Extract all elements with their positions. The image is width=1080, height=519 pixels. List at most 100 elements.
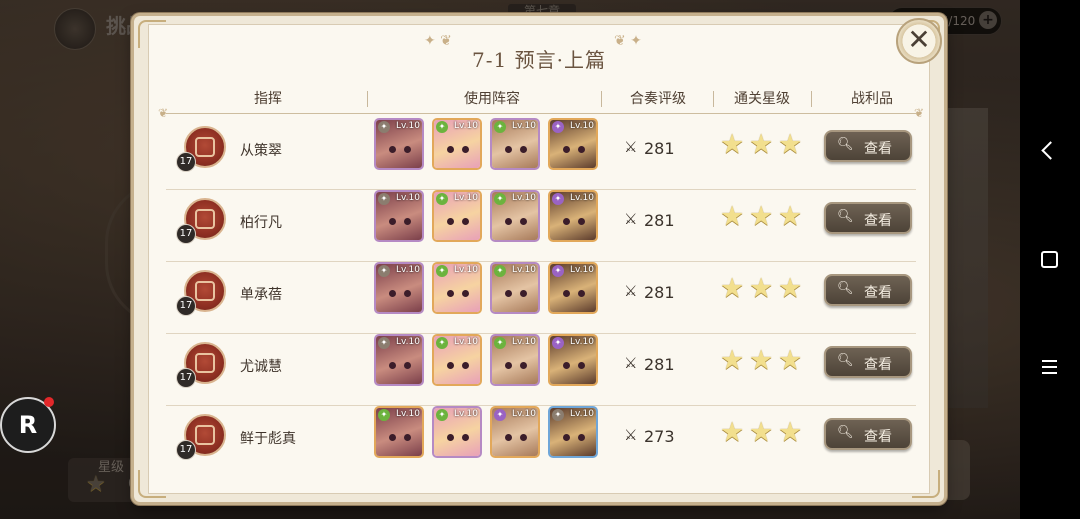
- portrait-detail: [404, 218, 411, 225]
- character-card[interactable]: ✦ Lv.10: [374, 262, 424, 314]
- portrait-detail: [520, 362, 527, 369]
- lineup: ✦ Lv.10 ✦ Lv.10 ✦ Lv.10 ✦ Lv.10: [374, 262, 606, 334]
- emblem-icon: [195, 281, 215, 301]
- view-loot-button[interactable]: 🔍︎ 查看: [824, 346, 912, 378]
- view-loot-button[interactable]: 🔍︎ 查看: [824, 418, 912, 450]
- character-level: Lv.10: [512, 337, 536, 347]
- star-icon: ★: [778, 129, 803, 160]
- character-level: Lv.10: [396, 337, 420, 347]
- character-level: Lv.10: [512, 409, 536, 419]
- character-level: Lv.10: [512, 265, 536, 275]
- ensemble-score: 273: [644, 427, 675, 446]
- character-level: Lv.10: [454, 337, 478, 347]
- portrait-detail: [389, 434, 396, 441]
- character-card[interactable]: ✦ Lv.10: [490, 190, 540, 242]
- character-card[interactable]: ✦ Lv.10: [548, 118, 598, 170]
- character-card[interactable]: ✦ Lv.10: [374, 334, 424, 386]
- view-loot-button[interactable]: 🔍︎ 查看: [824, 202, 912, 234]
- element-icon: ✦: [378, 409, 390, 421]
- title-ornament-right-icon: ❦ ✦: [614, 33, 642, 49]
- character-card[interactable]: ✦ Lv.10: [490, 262, 540, 314]
- character-level: Lv.10: [454, 409, 478, 419]
- character-card[interactable]: ✦ Lv.10: [548, 334, 598, 386]
- record-row: 17 从策翠 ✦ Lv.10 ✦ Lv.10 ✦ Lv.10 ✦ Lv.10 ⚔ 281 ★ ★ ★ 🔍︎ 查看: [166, 118, 916, 190]
- character-card[interactable]: ✦ Lv.10: [432, 262, 482, 314]
- portrait-detail: [447, 362, 454, 369]
- score-icon: ⚔: [624, 138, 638, 156]
- view-loot-label: 查看: [864, 141, 892, 157]
- character-card[interactable]: ✦ Lv.10: [374, 406, 424, 458]
- element-icon: ✦: [552, 193, 564, 205]
- star-icon: ★: [720, 129, 745, 160]
- portrait-detail: [505, 218, 512, 225]
- star-icon: ★: [749, 345, 774, 376]
- character-card[interactable]: ✦ Lv.10: [490, 118, 540, 170]
- portrait-detail: [389, 362, 396, 369]
- ensemble-score: 281: [644, 211, 675, 230]
- header-loot: 战利品: [851, 91, 893, 107]
- element-icon: ✦: [552, 121, 564, 133]
- level-badge: 17: [176, 152, 196, 172]
- character-card[interactable]: ✦ Lv.10: [432, 118, 482, 170]
- portrait-detail: [505, 434, 512, 441]
- star-icon: ★: [749, 417, 774, 448]
- close-button[interactable]: ✕: [896, 18, 942, 64]
- menu-icon[interactable]: [1042, 360, 1057, 378]
- portrait-detail: [447, 290, 454, 297]
- home-icon[interactable]: [1041, 251, 1058, 268]
- header-underline: [166, 113, 916, 114]
- record-icon: R: [18, 411, 38, 439]
- character-card[interactable]: ✦ Lv.10: [548, 406, 598, 458]
- portrait-detail: [447, 434, 454, 441]
- score-icon: ⚔: [624, 354, 638, 372]
- search-icon: 🔍︎: [837, 353, 854, 368]
- character-card[interactable]: ✦ Lv.10: [374, 190, 424, 242]
- star-icon: ★: [749, 129, 774, 160]
- character-card[interactable]: ✦ Lv.10: [548, 190, 598, 242]
- character-card[interactable]: ✦ Lv.10: [432, 406, 482, 458]
- portrait-detail: [462, 146, 469, 153]
- portrait-detail: [505, 146, 512, 153]
- title-ornament-left-icon: ✦ ❦: [424, 33, 452, 49]
- search-icon: 🔍︎: [837, 209, 854, 224]
- character-level: Lv.10: [512, 193, 536, 203]
- view-loot-button[interactable]: 🔍︎ 查看: [824, 130, 912, 162]
- portrait-detail: [404, 362, 411, 369]
- element-icon: ✦: [494, 265, 506, 277]
- character-level: Lv.10: [512, 121, 536, 131]
- commander-name: 单承蓓: [240, 287, 282, 303]
- portrait-detail: [578, 218, 585, 225]
- level-badge: 17: [176, 368, 196, 388]
- portrait-detail: [578, 146, 585, 153]
- character-card[interactable]: ✦ Lv.10: [548, 262, 598, 314]
- element-icon: ✦: [494, 409, 506, 421]
- portrait-detail: [389, 146, 396, 153]
- element-icon: ✦: [552, 265, 564, 277]
- header-divider: [811, 91, 812, 107]
- character-card[interactable]: ✦ Lv.10: [374, 118, 424, 170]
- record-indicator-dot: [44, 397, 54, 407]
- element-icon: ✦: [378, 193, 390, 205]
- character-level: Lv.10: [396, 409, 420, 419]
- portrait-detail: [404, 146, 411, 153]
- portrait-detail: [520, 146, 527, 153]
- view-loot-label: 查看: [864, 213, 892, 229]
- element-icon: ✦: [436, 409, 448, 421]
- portrait-detail: [563, 218, 570, 225]
- character-card[interactable]: ✦ Lv.10: [432, 190, 482, 242]
- character-level: Lv.10: [396, 193, 420, 203]
- score-icon: ⚔: [624, 210, 638, 228]
- ensemble-score: 281: [644, 139, 675, 158]
- emblem-icon: [195, 353, 215, 373]
- view-loot-button[interactable]: 🔍︎ 查看: [824, 274, 912, 306]
- record-row: 17 单承蓓 ✦ Lv.10 ✦ Lv.10 ✦ Lv.10 ✦ Lv.10 ⚔ 281 ★ ★ ★ 🔍︎ 查看: [166, 262, 916, 334]
- element-icon: ✦: [436, 337, 448, 349]
- character-card[interactable]: ✦ Lv.10: [432, 334, 482, 386]
- element-icon: ✦: [436, 193, 448, 205]
- dialog-title: 7-1 预言·上篇: [472, 48, 606, 72]
- character-card[interactable]: ✦ Lv.10: [490, 334, 540, 386]
- character-level: Lv.10: [570, 193, 594, 203]
- lineup: ✦ Lv.10 ✦ Lv.10 ✦ Lv.10 ✦ Lv.10: [374, 118, 606, 190]
- character-card[interactable]: ✦ Lv.10: [490, 406, 540, 458]
- character-level: Lv.10: [396, 265, 420, 275]
